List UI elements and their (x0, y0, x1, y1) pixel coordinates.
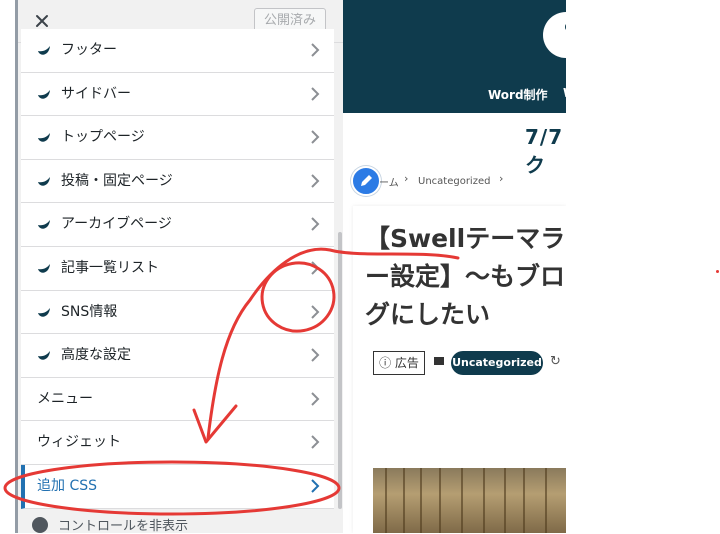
chevron-right-icon (311, 43, 320, 57)
chevron-right-icon (311, 479, 320, 493)
pencil-icon (361, 175, 372, 186)
menu-item-additional-css[interactable]: 追加 CSS (21, 464, 334, 509)
menu-item-label: 追加 CSS (37, 477, 97, 494)
breadcrumb-separator: › (404, 172, 409, 185)
category-badge[interactable]: Uncategorized (451, 351, 543, 375)
menu-item-archive-page[interactable]: アーカイブページ (21, 203, 334, 247)
chevron-right-icon (311, 217, 320, 232)
customizer-sidebar: 公開済み フッター サイドバー トップページ 投稿・固定ページ アーカイブページ (18, 0, 344, 534)
menu-item-sidebar[interactable]: サイドバー (21, 72, 334, 117)
refresh-icon: ↻ (550, 354, 561, 369)
nav-item-word[interactable]: Word制作 (488, 86, 548, 103)
menu-item-label: 記事一覧リスト (61, 259, 159, 276)
annotation-dot (716, 270, 719, 273)
menu-item-post-list[interactable]: 記事一覧リスト (21, 246, 334, 291)
swell-icon (38, 89, 50, 99)
swell-icon (38, 176, 50, 186)
menu-item-label: サイドバー (61, 85, 131, 102)
breadcrumb-home[interactable]: ーム (379, 174, 399, 189)
site-logo[interactable] (543, 12, 566, 58)
menu-item-posts-pages[interactable]: 投稿・固定ページ (21, 159, 334, 204)
hide-controls-label: コントロールを非表示 (58, 519, 189, 534)
menu-item-sns-info[interactable]: SNS情報 (21, 290, 334, 335)
swell-icon (38, 307, 50, 317)
collapse-icon (32, 517, 48, 533)
menu-item-label: フッター (61, 42, 117, 58)
swell-icon (38, 351, 50, 360)
hide-controls-toggle[interactable]: コントロールを非表示 (18, 513, 343, 534)
nav-item-partial[interactable]: W (563, 86, 566, 100)
ad-label: 広告 (394, 356, 419, 370)
swell-icon (38, 46, 50, 55)
menu-item-label: 投稿・固定ページ (61, 172, 173, 189)
chevron-right-icon (311, 261, 320, 275)
swell-icon (38, 263, 50, 273)
folder-icon (434, 357, 444, 365)
chevron-right-icon (311, 304, 320, 319)
menu-item-label: メニュー (37, 390, 93, 407)
chevron-right-icon (311, 348, 320, 362)
swell-icon (38, 133, 50, 142)
chevron-right-icon (311, 130, 320, 144)
menu-item-label: トップページ (61, 129, 145, 146)
breadcrumb-category[interactable]: Uncategorized (418, 176, 490, 187)
swell-icon (38, 220, 50, 230)
menu-item-advanced-settings[interactable]: 高度な設定 (21, 334, 334, 378)
menu-item-footer[interactable]: フッター (21, 29, 334, 73)
edit-shortcut-button[interactable] (351, 166, 381, 196)
info-icon: ⓘ (379, 356, 392, 370)
left-strip (0, 0, 18, 533)
menu-item-menus[interactable]: メニュー (21, 377, 334, 422)
menu-item-label: アーカイブページ (61, 216, 172, 233)
chevron-right-icon (311, 86, 320, 101)
site-preview: Word制作 W 7/7ク ーム › Uncategorized › 【Swel… (343, 0, 566, 533)
menu-item-widgets[interactable]: ウィジェット (21, 421, 334, 465)
breadcrumb-separator: › (499, 172, 504, 185)
menu-item-label: ウィジェット (37, 434, 121, 451)
menu-item-label: SNS情報 (61, 303, 118, 320)
ad-badge: ⓘ 広告 (373, 351, 425, 375)
chevron-right-icon (311, 435, 320, 450)
chevron-right-icon (311, 392, 320, 406)
chevron-right-icon (311, 174, 320, 188)
customizer-menu: フッター サイドバー トップページ 投稿・固定ページ アーカイブページ 記事一覧… (21, 29, 334, 509)
menu-item-label: 高度な設定 (61, 347, 131, 364)
menu-item-top-page[interactable]: トップページ (21, 116, 334, 160)
site-header: Word制作 W (343, 0, 566, 113)
post-title: 【Swellテーマラー設定】～もブログにしたい (365, 224, 566, 329)
breadcrumb: ーム › Uncategorized › (351, 166, 566, 196)
post-thumbnail[interactable] (373, 468, 566, 533)
close-icon (36, 15, 48, 27)
sidebar-scrollbar[interactable] (338, 232, 342, 509)
